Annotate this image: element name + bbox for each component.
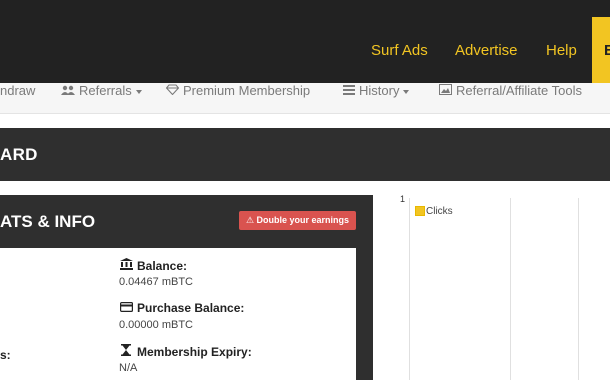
double-earnings-button[interactable]: ⚠ Double your earnings — [239, 211, 356, 230]
y-tick-label: 1 — [400, 194, 406, 204]
card-icon — [119, 301, 133, 315]
subnav-withdraw[interactable]: ndraw — [0, 84, 35, 114]
subnav-history-label: History — [359, 83, 400, 98]
purchase-balance-value: 0.00000 mBTC — [119, 319, 193, 331]
page-title: ARD — [0, 145, 38, 164]
hourglass-icon — [119, 344, 133, 359]
truncated-stat-label: s: — [0, 348, 11, 362]
subnav-referral-tools[interactable]: Referral/Affiliate Tools — [439, 84, 582, 114]
top-navbar: Surf Ads Advertise Help E — [0, 0, 610, 83]
list-icon — [343, 84, 355, 98]
legend-swatch-clicks — [415, 206, 425, 216]
chart-gridline — [409, 198, 410, 380]
sub-navbar: ndraw Referrals Premium Membership Histo… — [0, 83, 610, 114]
stats-title: ATS & INFO — [0, 212, 96, 231]
subnav-history[interactable]: History — [343, 83, 410, 114]
diamond-icon — [165, 84, 180, 98]
purchase-balance-label: Purchase Balance: — [119, 301, 244, 315]
balance-label: Balance: — [119, 258, 187, 273]
purchase-balance-label-text: Purchase Balance: — [137, 301, 245, 315]
membership-expiry-label-text: Membership Expiry: — [137, 345, 252, 359]
balance-label-text: Balance: — [137, 259, 188, 273]
nav-cut-button[interactable]: E — [592, 17, 610, 83]
subnav-referrals-label: Referrals — [79, 83, 132, 98]
membership-expiry-label: Membership Expiry: — [119, 344, 252, 359]
nav-advertise[interactable]: Advertise — [455, 42, 518, 60]
chart-gridline — [578, 198, 579, 380]
dashboard-header: ARD — [0, 128, 610, 181]
subnav-referrals[interactable]: Referrals — [61, 84, 142, 114]
nav-help[interactable]: Help — [546, 42, 577, 60]
chart-gridline — [510, 198, 511, 380]
subnav-referral-tools-label: Referral/Affiliate Tools — [456, 83, 582, 98]
image-icon — [439, 84, 452, 98]
subnav-withdraw-label: ndraw — [0, 83, 36, 98]
subnav-premium-label: Premium Membership — [183, 83, 311, 98]
nav-surf-ads[interactable]: Surf Ads — [371, 42, 428, 60]
legend-label-clicks: Clicks — [426, 206, 453, 217]
subnav-premium-membership[interactable]: Premium Membership — [165, 83, 311, 114]
users-icon — [61, 84, 75, 98]
warning-icon: ⚠ — [245, 215, 255, 225]
bank-icon — [119, 258, 133, 273]
chevron-down-icon — [403, 89, 410, 94]
balance-value: 0.04467 mBTC — [119, 276, 193, 288]
membership-expiry-value: N/A — [119, 362, 138, 374]
double-earnings-label: Double your earnings — [256, 215, 350, 225]
chevron-down-icon — [135, 89, 142, 94]
